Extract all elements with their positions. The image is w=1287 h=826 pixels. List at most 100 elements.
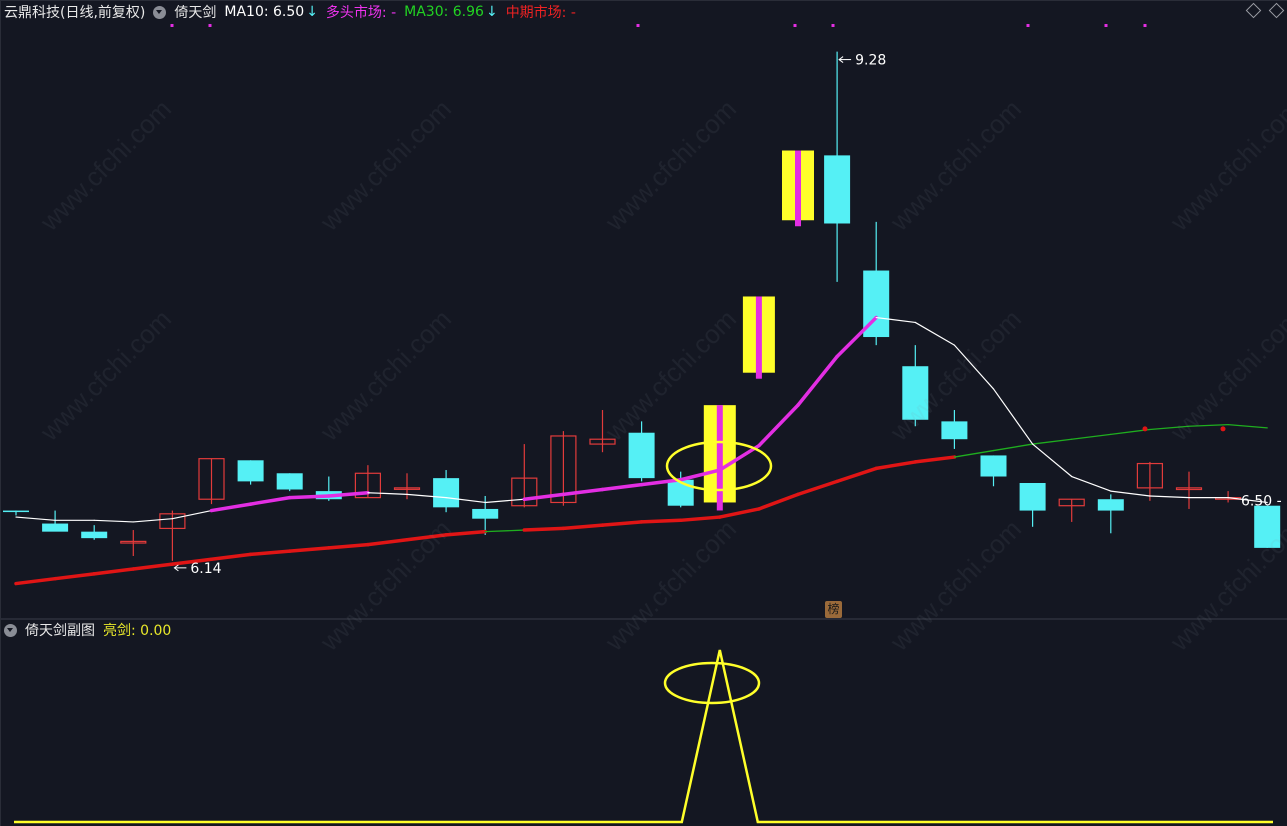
sub-value-label: 亮剑: 0.00 <box>103 623 172 639</box>
chart-canvas: 9.28 6.14 6.50 - <box>0 0 1287 826</box>
ma30-line-segment <box>1071 433 1112 440</box>
candle-body <box>902 366 929 420</box>
ma30-line-segment <box>1227 423 1268 429</box>
ma10-line-segment <box>132 518 173 523</box>
ma10-line-segment <box>796 354 839 407</box>
signal-candle-core <box>755 296 762 379</box>
ma30-line-segment <box>209 552 253 561</box>
ma30-line-segment <box>287 546 331 553</box>
ma10-line-segment <box>757 403 800 448</box>
ma30-line-segment <box>1149 425 1190 431</box>
ma10-line-segment <box>484 498 525 504</box>
mid-market-label: 中期市场: - <box>505 5 576 21</box>
ma30-line-segment <box>92 567 136 576</box>
candle-body <box>42 523 69 532</box>
candle-body <box>237 460 264 482</box>
signal-dot <box>208 24 212 27</box>
ma10-line-segment <box>522 492 566 501</box>
ma30-line-segment <box>639 518 683 524</box>
ma30-line-segment <box>366 538 409 547</box>
ma30-dot <box>1142 426 1148 432</box>
ma10-label: MA10: 6.50 <box>224 4 305 20</box>
main-chart-header: 云鼎科技(日线,前复权) 倚天剑 MA10: 6.50 ↓ 多头市场: - MA… <box>4 2 584 22</box>
ma10-line-segment <box>561 487 605 497</box>
candle-body <box>276 473 303 490</box>
signal-candle-core <box>716 405 723 511</box>
ma10-line-segment <box>248 495 292 506</box>
ma30-line-segment <box>248 549 292 557</box>
ma10-line-segment <box>209 502 253 513</box>
ma30-line-segment <box>561 523 605 531</box>
indicator-name[interactable]: 倚天剑 <box>174 2 216 22</box>
ma10-line-segment <box>15 516 56 521</box>
stock-name[interactable]: 云鼎科技(日线,前复权) <box>4 2 145 22</box>
ma30-line-segment <box>757 492 800 511</box>
signal-dot <box>793 24 797 27</box>
ma30-line-segment <box>405 533 448 542</box>
ma30-line-segment <box>796 479 839 497</box>
ma10-line-segment <box>953 344 995 390</box>
ma30-line-segment <box>874 460 918 471</box>
ma10-line-segment <box>1031 443 1073 478</box>
ma10-line-segment <box>171 509 213 520</box>
candle-body <box>667 479 694 506</box>
sub-indicator-name[interactable]: 倚天剑副图 <box>25 620 95 640</box>
ma30-line-segment <box>1188 423 1229 427</box>
ma30-line-segment <box>14 576 57 586</box>
sub-chart-header: 倚天剑副图 亮剑: 0.00 <box>4 620 179 640</box>
signal-candle-core <box>795 150 801 227</box>
ma30-line-segment <box>913 455 957 464</box>
high-price-label: 9.28 <box>855 53 886 69</box>
signal-dot <box>1104 24 1108 27</box>
candle-body <box>941 421 968 440</box>
ma30-dot <box>1220 426 1226 432</box>
bull-market-label: 多头市场: - <box>325 5 397 21</box>
ma10-line-segment <box>1149 495 1190 499</box>
candle-body <box>1097 499 1124 511</box>
rank-badge[interactable]: 榜 <box>825 601 842 618</box>
ma30-line-segment <box>444 529 487 537</box>
ma10-line-segment <box>835 315 878 359</box>
ma30-line-segment <box>522 526 566 532</box>
sub-signal-line <box>14 649 1273 824</box>
ma30-line-segment <box>835 466 878 484</box>
ma10-line-segment <box>992 388 1034 445</box>
ma30-line-segment <box>327 542 370 550</box>
signal-dot <box>170 24 174 27</box>
ma30-arrow-icon: ↓ <box>485 4 498 20</box>
signal-dot <box>1143 24 1147 27</box>
last-price-label: 6.50 - <box>1241 493 1282 509</box>
candle-body <box>3 510 29 513</box>
candle-body <box>472 508 499 519</box>
ma10-line-segment <box>914 321 956 346</box>
ma10-line-segment <box>287 494 331 500</box>
ma30-line-segment <box>678 515 722 523</box>
signal-dot <box>636 24 640 27</box>
candle-body <box>628 432 655 479</box>
candle-body <box>1019 483 1046 511</box>
candle-body <box>433 478 460 508</box>
low-price-label: 6.14 <box>190 561 221 577</box>
candle-body <box>980 455 1007 477</box>
ma10-line-segment <box>1071 475 1112 492</box>
ma10-line-segment <box>600 482 644 492</box>
ma30-label: MA30: 6.96 <box>404 4 484 20</box>
signal-dot <box>1026 24 1030 27</box>
ma10-line-segment <box>93 519 134 523</box>
ma10-arrow-icon: ↓ <box>306 4 318 20</box>
ma30-line-segment <box>484 529 525 533</box>
ma10-line-segment <box>1110 490 1151 497</box>
candle-body <box>824 155 851 224</box>
ma30-line-segment <box>718 507 761 519</box>
ma30-line-segment <box>131 562 175 571</box>
ma30-line-segment <box>53 572 96 581</box>
indicator-menu-icon[interactable] <box>153 5 167 19</box>
candle-body <box>1254 505 1281 548</box>
ma30-line-segment <box>600 520 644 527</box>
ma30-line-segment <box>1031 438 1073 445</box>
indicator-menu-icon[interactable] <box>4 623 17 637</box>
ma10-line-segment <box>367 492 408 495</box>
ma30-line-segment <box>992 443 1034 452</box>
signal-dot <box>831 24 835 27</box>
candle-body <box>81 531 108 539</box>
